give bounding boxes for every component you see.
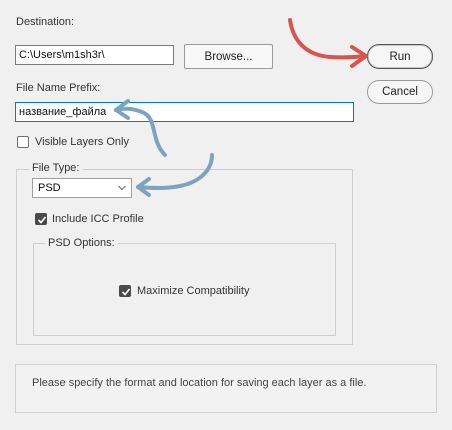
file-type-label: File Type: (29, 162, 83, 174)
red-arrow-icon (288, 18, 368, 68)
maximize-compatibility-checkbox[interactable] (119, 285, 131, 297)
maximize-compatibility-label: Maximize Compatibility (137, 285, 250, 297)
info-text: Please specify the format and location f… (32, 377, 367, 389)
info-box: Please specify the format and location f… (15, 364, 437, 413)
browse-button[interactable]: Browse... (184, 44, 273, 69)
include-icc-profile-checkbox[interactable] (35, 213, 47, 225)
run-button[interactable]: Run (367, 44, 433, 69)
checkmark-icon (121, 288, 131, 296)
cancel-button[interactable]: Cancel (367, 80, 433, 104)
destination-path-input[interactable] (15, 45, 174, 65)
file-type-selected-value: PSD (38, 182, 61, 194)
file-type-select[interactable]: PSD (32, 178, 132, 198)
destination-label: Destination: (16, 16, 75, 28)
visible-layers-only-checkbox[interactable] (17, 136, 29, 148)
file-name-prefix-label: File Name Prefix: (16, 82, 101, 94)
psd-options-label: PSD Options: (45, 237, 118, 249)
checkmark-icon (37, 216, 47, 224)
include-icc-profile-label: Include ICC Profile (52, 213, 144, 225)
visible-layers-only-label: Visible Layers Only (35, 136, 129, 148)
file-name-prefix-input[interactable] (15, 102, 354, 122)
chevron-down-icon (118, 185, 126, 191)
